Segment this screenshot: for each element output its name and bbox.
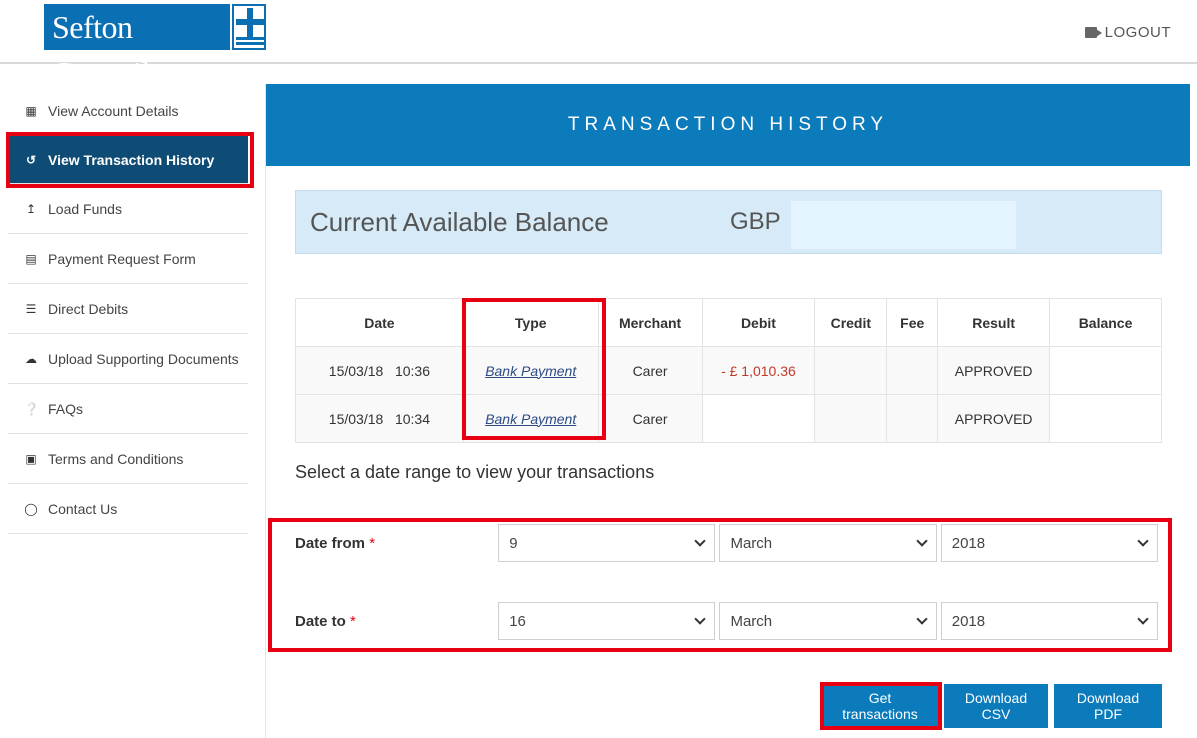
upload-arrow-icon: ↥ <box>25 201 37 216</box>
sidebar-item-label: Load Funds <box>48 200 122 217</box>
date-to-year-select[interactable]: 2018 <box>940 602 1158 640</box>
merchant-cell: Carer <box>597 346 703 395</box>
credit-cell <box>814 394 888 443</box>
date-to-label: Date to * <box>295 612 356 630</box>
sefton-council-logo[interactable]: Sefton Council <box>44 4 266 91</box>
balance-label: Current Available Balance <box>310 206 609 237</box>
column-header: Fee <box>886 298 939 347</box>
id-card-icon: ▦ <box>25 103 37 118</box>
bank-icon: ▤ <box>25 251 37 266</box>
date-to-row: Date to * 16 March 2018 <box>295 602 1162 640</box>
column-header: Balance <box>1049 298 1162 347</box>
date-from-day-select[interactable]: 9 <box>498 524 716 562</box>
list-icon: ☰ <box>25 301 37 316</box>
cloud-upload-icon: ☁ <box>25 351 37 366</box>
page-title: TRANSACTION HISTORY <box>266 84 1190 166</box>
chevron-down-icon <box>694 613 707 625</box>
sidebar-item-label: Terms and Conditions <box>48 450 184 467</box>
select-value: 2018 <box>951 612 986 630</box>
chevron-down-icon <box>916 613 928 625</box>
type-cell: Bank Payment <box>462 394 599 443</box>
select-value: March <box>730 612 773 630</box>
balance-cell <box>1049 346 1162 395</box>
sidebar-item-payment-request-form[interactable]: ▤ Payment Request Form <box>8 234 248 284</box>
chevron-down-icon <box>1137 535 1149 547</box>
logout-label: LOGOUT <box>1104 24 1171 41</box>
balance-redaction <box>791 201 1016 249</box>
date-cell: 15/03/18 10:36 <box>295 346 464 395</box>
sidebar-item-label: View Transaction History <box>48 151 215 168</box>
type-cell: Bank Payment <box>462 346 599 395</box>
chevron-down-icon <box>1137 613 1149 625</box>
chat-icon: ◯ <box>24 501 38 516</box>
balance-cell <box>1049 394 1162 443</box>
bank-payment-link[interactable]: Bank Payment <box>485 363 576 379</box>
document-icon: ▣ <box>25 451 37 466</box>
logout-button[interactable]: LOGOUT <box>1084 24 1171 41</box>
column-header: Credit <box>814 298 888 347</box>
column-header: Merchant <box>597 298 703 347</box>
logout-icon <box>1084 27 1102 38</box>
chevron-down-icon <box>916 535 928 547</box>
select-value: 9 <box>509 534 518 552</box>
column-header: Result <box>937 298 1051 347</box>
fee-cell <box>886 346 939 395</box>
sidebar-item-label: Upload Supporting Documents <box>48 350 239 367</box>
transactions-table: Date Type Merchant Debit Credit Fee Resu… <box>295 298 1162 443</box>
sidebar-item-faqs[interactable]: ❔ FAQs <box>8 384 248 434</box>
column-header: Date <box>295 298 464 347</box>
date-from-month-select[interactable]: March <box>719 524 937 562</box>
result-cell: APPROVED <box>937 394 1051 443</box>
date-to-day-select[interactable]: 16 <box>498 602 716 640</box>
column-header: Debit <box>701 298 816 347</box>
sidebar-item-label: View Account Details <box>48 102 179 119</box>
credit-cell <box>814 346 888 395</box>
question-icon: ❔ <box>24 401 39 416</box>
sidebar-item-label: Payment Request Form <box>48 250 196 267</box>
date-from-row: Date from * 9 March 2018 <box>295 524 1162 562</box>
debit-cell <box>701 394 816 443</box>
sidebar-item-label: Contact Us <box>48 500 118 517</box>
select-value: March <box>730 534 773 552</box>
download-csv-button[interactable]: Download CSV <box>944 684 1048 728</box>
sidebar-item-terms-and-conditions[interactable]: ▣ Terms and Conditions <box>8 434 248 484</box>
logo-text: Sefton Council <box>44 4 230 91</box>
table-row: 15/03/18 10:34 Bank Payment Carer APPROV… <box>295 394 1162 443</box>
balance-currency: GBP <box>730 208 781 235</box>
date-to-month-select[interactable]: March <box>719 602 937 640</box>
sidebar-item-view-transaction-history[interactable]: ↺ View Transaction History <box>8 136 248 184</box>
download-pdf-button[interactable]: Download PDF <box>1054 684 1162 728</box>
date-cell: 15/03/18 10:34 <box>295 394 464 443</box>
chevron-down-icon <box>694 535 707 547</box>
sidebar-item-view-account-details[interactable]: ▦ View Account Details <box>8 86 248 136</box>
bank-payment-link[interactable]: Bank Payment <box>485 411 576 427</box>
sidebar-item-contact-us[interactable]: ◯ Contact Us <box>8 484 248 534</box>
get-transactions-button[interactable]: Get transactions <box>822 684 938 728</box>
header: Sefton Council LOGOUT <box>0 0 1197 91</box>
sidebar-item-direct-debits[interactable]: ☰ Direct Debits <box>8 284 248 334</box>
action-buttons: Get transactions Download CSV Download P… <box>822 684 1162 728</box>
logo-crest-icon <box>232 4 266 50</box>
sidebar-nav: ▦ View Account Details ↺ View Transactio… <box>8 86 248 534</box>
debit-cell: - £ 1,010.36 <box>701 346 816 395</box>
fee-cell <box>886 394 939 443</box>
sidebar-item-label: FAQs <box>48 400 84 417</box>
column-header: Type <box>462 298 599 347</box>
merchant-cell: Carer <box>597 394 703 443</box>
sidebar-item-load-funds[interactable]: ↥ Load Funds <box>8 184 248 234</box>
sidebar-item-upload-supporting-documents[interactable]: ☁ Upload Supporting Documents <box>8 334 248 384</box>
balance-bar: Current Available Balance GBP <box>295 190 1162 254</box>
date-from-label: Date from * <box>295 534 376 552</box>
table-header-row: Date Type Merchant Debit Credit Fee Resu… <box>295 298 1162 347</box>
result-cell: APPROVED <box>937 346 1051 395</box>
history-icon: ↺ <box>25 152 37 167</box>
sidebar-item-label: Direct Debits <box>48 300 129 317</box>
date-range-prompt: Select a date range to view your transac… <box>295 462 655 482</box>
select-value: 2018 <box>951 534 986 552</box>
select-value: 16 <box>509 612 526 630</box>
transaction-history-panel: TRANSACTION HISTORY Current Available Ba… <box>265 84 1190 738</box>
date-from-year-select[interactable]: 2018 <box>940 524 1158 562</box>
table-row: 15/03/18 10:36 Bank Payment Carer - £ 1,… <box>295 346 1162 395</box>
